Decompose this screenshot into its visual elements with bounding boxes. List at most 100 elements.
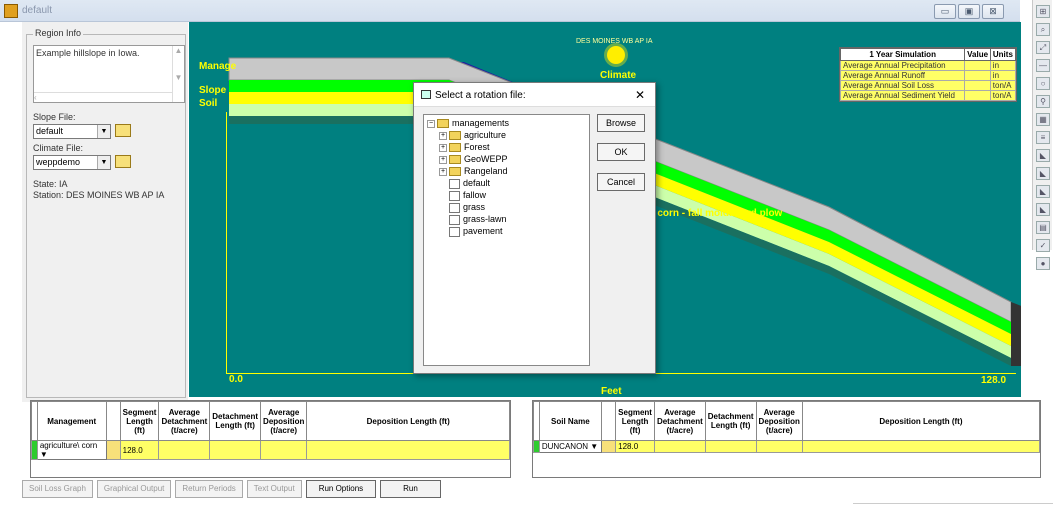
detach-length-cell	[704, 440, 757, 453]
pin-icon[interactable]: ⚲	[1036, 95, 1050, 108]
region-info-legend: Region Info	[33, 28, 84, 38]
segment-length-cell[interactable]: 128.0	[119, 440, 160, 460]
table-row[interactable]: agriculture\ corn ▼ 128.0	[31, 440, 510, 460]
detach-cell	[653, 440, 706, 453]
soil-col-deposition-length: Deposition Length (ft)	[801, 401, 1041, 441]
folder-icon	[437, 119, 449, 129]
soil-value: DUNCANON	[541, 442, 589, 451]
climate-label: Climate	[600, 70, 637, 81]
check-icon[interactable]: ✓	[1036, 239, 1050, 252]
circle-icon[interactable]: ○	[1036, 77, 1050, 90]
soil-folder-icon[interactable]	[600, 440, 617, 453]
tree-node-agriculture[interactable]: + agriculture	[439, 130, 506, 141]
sim-value	[964, 90, 991, 101]
expand-icon[interactable]: +	[439, 167, 447, 176]
collapse-icon[interactable]: −	[427, 119, 435, 128]
deposition-length-cell	[306, 440, 510, 460]
management-select[interactable]: agriculture\ corn ▼	[36, 440, 107, 460]
table-row[interactable]: DUNCANON ▼ 128.0	[533, 440, 1041, 453]
segment-length-cell[interactable]: 128.0	[615, 440, 655, 453]
folder-icon	[449, 167, 461, 177]
horizontal-scrollbar[interactable]: ‹	[34, 92, 172, 102]
table-icon[interactable]: ▦	[1036, 113, 1050, 126]
grid-icon[interactable]: ⊞	[1036, 5, 1050, 18]
mgmt-col-detach: Average Detachment (t/acre)	[158, 401, 211, 441]
chevron-down-icon[interactable]: ▼	[97, 156, 110, 169]
maximize-button[interactable]: ▣	[958, 4, 980, 19]
station-text: Station: DES MOINES WB AP IA	[33, 190, 165, 200]
sim-value	[964, 60, 991, 71]
soil-loss-graph-button[interactable]: Soil Loss Graph	[22, 480, 93, 498]
cancel-button[interactable]: Cancel	[597, 173, 645, 191]
slope-file-value: default	[36, 126, 64, 136]
browse-button[interactable]: Browse	[597, 114, 645, 132]
x-end-label: 128.0	[981, 375, 1007, 386]
climate-folder-icon[interactable]	[115, 155, 131, 168]
soil-select[interactable]: DUNCANON ▼	[538, 440, 602, 453]
right-toolbar: ⊞ ⌕ ⤢ — ○ ⚲ ▦ ≡ ◣ ◣ ◣ ◣ ▤ ✓ ●	[1032, 0, 1052, 270]
slope-icon[interactable]: ◣	[1036, 203, 1050, 216]
tree-node-geowepp[interactable]: + GeoWEPP	[439, 154, 508, 165]
x-axis-title: Feet	[601, 386, 622, 397]
station-title: DES MOINES WB AP IA	[576, 38, 653, 45]
tree-label: managements	[452, 118, 510, 128]
run-options-button[interactable]: Run Options	[305, 480, 377, 498]
tree-node-rangeland[interactable]: + Rangeland	[439, 166, 508, 177]
management-folder-icon[interactable]	[105, 440, 121, 460]
line-icon[interactable]: —	[1036, 59, 1050, 72]
tree-file-grass[interactable]: grass	[449, 202, 485, 213]
slope-icon[interactable]: ◣	[1036, 185, 1050, 198]
management-label: Manage	[199, 61, 237, 72]
sim-unit: ton/A	[989, 90, 1017, 101]
dot-icon[interactable]: ●	[1036, 257, 1050, 270]
file-icon	[449, 190, 460, 201]
expand-icon[interactable]: ⤢	[1036, 41, 1050, 54]
slope-file-select[interactable]: default ▼	[33, 124, 111, 139]
folder-icon	[449, 131, 461, 141]
soil-col-deposition: Average Deposition (t/acre)	[755, 401, 803, 441]
tree-label: Forest	[464, 142, 490, 152]
expand-icon[interactable]: +	[439, 155, 447, 164]
sim-header-value: Value	[964, 48, 991, 61]
management-tree[interactable]: − managements + agriculture + Forest + GeoWE…	[423, 114, 590, 366]
list-icon[interactable]: ≡	[1036, 131, 1050, 144]
expand-icon[interactable]: +	[439, 143, 447, 152]
text-output-button[interactable]: Text Output	[246, 480, 302, 498]
close-button[interactable]: ⊠	[982, 4, 1004, 19]
zoom-icon[interactable]: ⌕	[1036, 23, 1050, 36]
expand-icon[interactable]: +	[439, 131, 447, 140]
simulation-table: 1 Year Simulation Value Units Average An…	[839, 47, 1017, 102]
tree-label: Rangeland	[464, 166, 508, 176]
slope-folder-icon[interactable]	[115, 124, 131, 137]
report-icon[interactable]: ▤	[1036, 221, 1050, 234]
tree-node-forest[interactable]: + Forest	[439, 142, 490, 153]
climate-file-select[interactable]: weppdemo ▼	[33, 155, 111, 170]
tree-file-fallow[interactable]: fallow	[449, 190, 486, 201]
region-description-field[interactable]: Example hillslope in Iowa. ▲ ▼ ‹	[33, 45, 185, 103]
graphical-output-button[interactable]: Graphical Output	[96, 480, 172, 498]
tree-file-default[interactable]: default	[449, 178, 490, 189]
return-periods-button[interactable]: Return Periods	[175, 480, 243, 498]
ok-button[interactable]: OK	[597, 143, 645, 161]
slope-icon[interactable]: ◣	[1036, 167, 1050, 180]
close-icon[interactable]: ✕	[635, 88, 645, 102]
sim-unit: ton/A	[989, 80, 1017, 91]
tree-file-grass-lawn[interactable]: grass-lawn	[449, 214, 507, 225]
management-grid[interactable]: Management Segment Length (ft) Average D…	[30, 400, 511, 478]
mgmt-col-management: Management	[36, 401, 107, 441]
table-row: Average Annual Precipitation in	[839, 60, 1017, 71]
minimize-button[interactable]: ▭	[934, 4, 956, 19]
tree-node-managements[interactable]: − managements	[427, 118, 509, 129]
soil-grid[interactable]: Soil Name Segment Length (ft) Average De…	[532, 400, 1041, 478]
mgmt-col-deposition: Average Deposition (t/acre)	[260, 401, 308, 441]
tree-file-pavement[interactable]: pavement	[449, 226, 503, 237]
mgmt-col-length: Segment Length (ft)	[119, 401, 160, 441]
state-text: State: IA	[33, 179, 68, 189]
chevron-down-icon[interactable]: ▼	[97, 125, 110, 138]
region-info-group: Region Info Example hillslope in Iowa. ▲…	[26, 28, 186, 398]
action-buttons: Soil Loss Graph Graphical Output Return …	[22, 480, 441, 498]
tree-label: fallow	[463, 190, 487, 200]
run-button[interactable]: Run	[380, 480, 441, 498]
slope-icon[interactable]: ◣	[1036, 149, 1050, 162]
vertical-scrollbar[interactable]: ▲ ▼	[172, 46, 184, 102]
